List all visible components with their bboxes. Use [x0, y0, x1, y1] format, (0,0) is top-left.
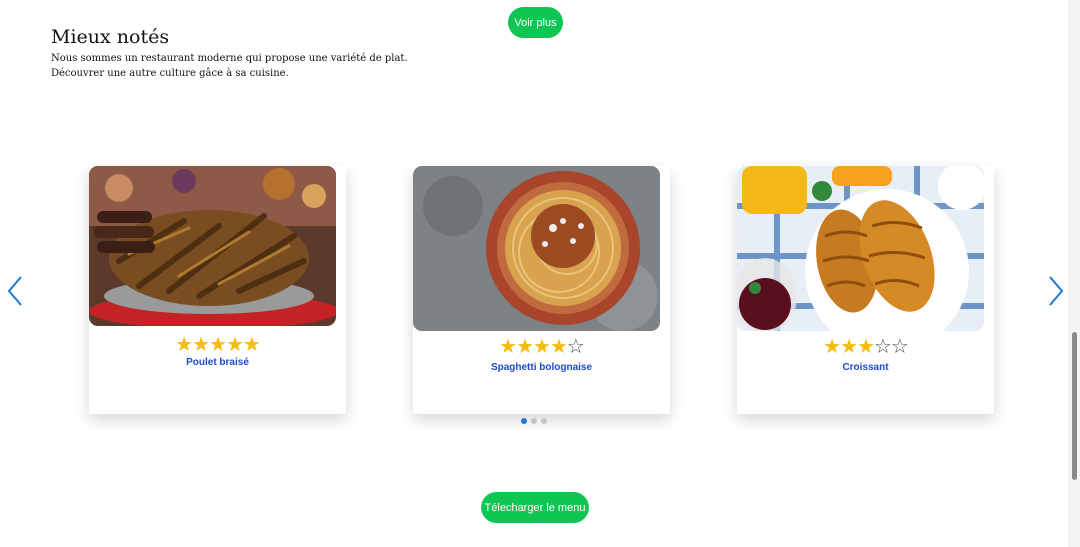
section-title: Mieux notés [51, 26, 170, 48]
chevron-right-icon [1049, 276, 1064, 306]
star-filled-icon: ★ [533, 334, 551, 358]
scrollbar-thumb[interactable] [1072, 332, 1077, 480]
dish-name[interactable]: Spaghetti bolognaise [413, 362, 670, 373]
rating-stars: ★★★★★ [89, 334, 346, 354]
carousel-next-button[interactable] [1045, 274, 1065, 308]
star-filled-icon: ★ [823, 334, 841, 358]
star-filled-icon: ★ [225, 332, 244, 356]
voir-plus-button[interactable]: Voir plus [508, 7, 563, 38]
star-filled-icon: ★ [192, 332, 210, 356]
dish-name[interactable]: Croissant [737, 362, 994, 373]
dish-photo [89, 166, 336, 326]
carousel-prev-button[interactable] [6, 274, 26, 308]
chevron-left-icon [7, 276, 22, 306]
dish-photo [413, 166, 660, 331]
carousel-dot[interactable] [521, 418, 527, 424]
dish-photo [737, 166, 984, 331]
page-scrollbar[interactable] [1068, 0, 1080, 547]
carousel-dot[interactable] [541, 418, 547, 424]
star-filled-icon: ★ [209, 332, 227, 356]
star-filled-icon: ★ [549, 334, 568, 358]
dish-card[interactable]: ★★★☆☆ Croissant [737, 166, 994, 414]
intro-line: Découvrer une autre culture gâce à sa cu… [51, 68, 289, 79]
star-filled-icon: ★ [516, 334, 534, 358]
dish-name[interactable]: Poulet braisé [89, 357, 346, 368]
download-menu-button[interactable]: Télecharger le menu [481, 492, 589, 523]
star-filled-icon: ★ [857, 334, 875, 358]
section-intro: Nous sommes un restaurant moderne qui pr… [51, 51, 411, 81]
star-empty-icon: ☆ [890, 334, 909, 358]
star-empty-icon: ☆ [873, 334, 892, 358]
dish-card[interactable]: ★★★★★ Poulet braisé [89, 166, 346, 414]
rating-stars: ★★★★☆ [413, 336, 670, 356]
star-filled-icon: ★ [499, 334, 517, 358]
star-filled-icon: ★ [242, 332, 261, 356]
carousel-pagination [521, 418, 547, 424]
star-filled-icon: ★ [175, 332, 193, 356]
star-empty-icon: ☆ [566, 334, 585, 358]
rating-stars: ★★★☆☆ [737, 336, 994, 356]
intro-line: Nous sommes un restaurant moderne qui pr… [51, 53, 408, 64]
star-filled-icon: ★ [840, 334, 858, 358]
dish-card[interactable]: ★★★★☆ Spaghetti bolognaise [413, 166, 670, 414]
page: Voir plus Mieux notés Nous sommes un res… [0, 0, 1080, 547]
carousel-dot[interactable] [531, 418, 537, 424]
